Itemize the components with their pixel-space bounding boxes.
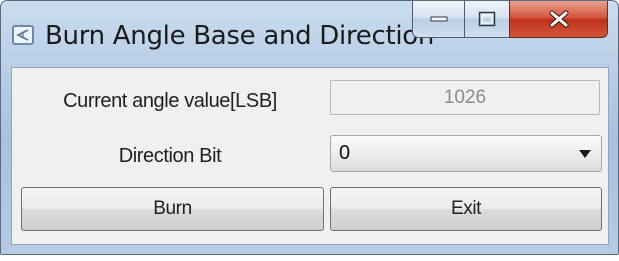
chevron-down-icon[interactable] bbox=[579, 150, 591, 158]
minimize-button[interactable] bbox=[412, 1, 465, 38]
window-title: Burn Angle Base and Direction bbox=[45, 21, 435, 51]
dialog-content: Current angle value[LSB] 1026 Direction … bbox=[11, 67, 609, 245]
exit-button[interactable]: Exit bbox=[330, 187, 602, 231]
burn-button[interactable]: Burn bbox=[21, 187, 324, 231]
angle-value-label: Current angle value[LSB] bbox=[63, 90, 277, 112]
angle-value-field: 1026 bbox=[330, 80, 600, 115]
app-window-icon[interactable] bbox=[12, 25, 34, 45]
dialog-window: Burn Angle Base and Direction Current an… bbox=[0, 0, 619, 255]
minimize-icon bbox=[430, 16, 447, 22]
title-bar[interactable]: Burn Angle Base and Direction bbox=[1, 1, 618, 63]
maximize-icon bbox=[478, 11, 496, 27]
close-icon bbox=[549, 10, 568, 28]
direction-bit-value: 0 bbox=[339, 142, 351, 164]
caption-buttons bbox=[412, 1, 608, 40]
direction-bit-label: Direction Bit bbox=[118, 145, 222, 167]
close-button[interactable] bbox=[509, 1, 608, 38]
direction-bit-select[interactable]: 0 bbox=[330, 135, 602, 172]
maximize-button[interactable] bbox=[464, 1, 510, 38]
